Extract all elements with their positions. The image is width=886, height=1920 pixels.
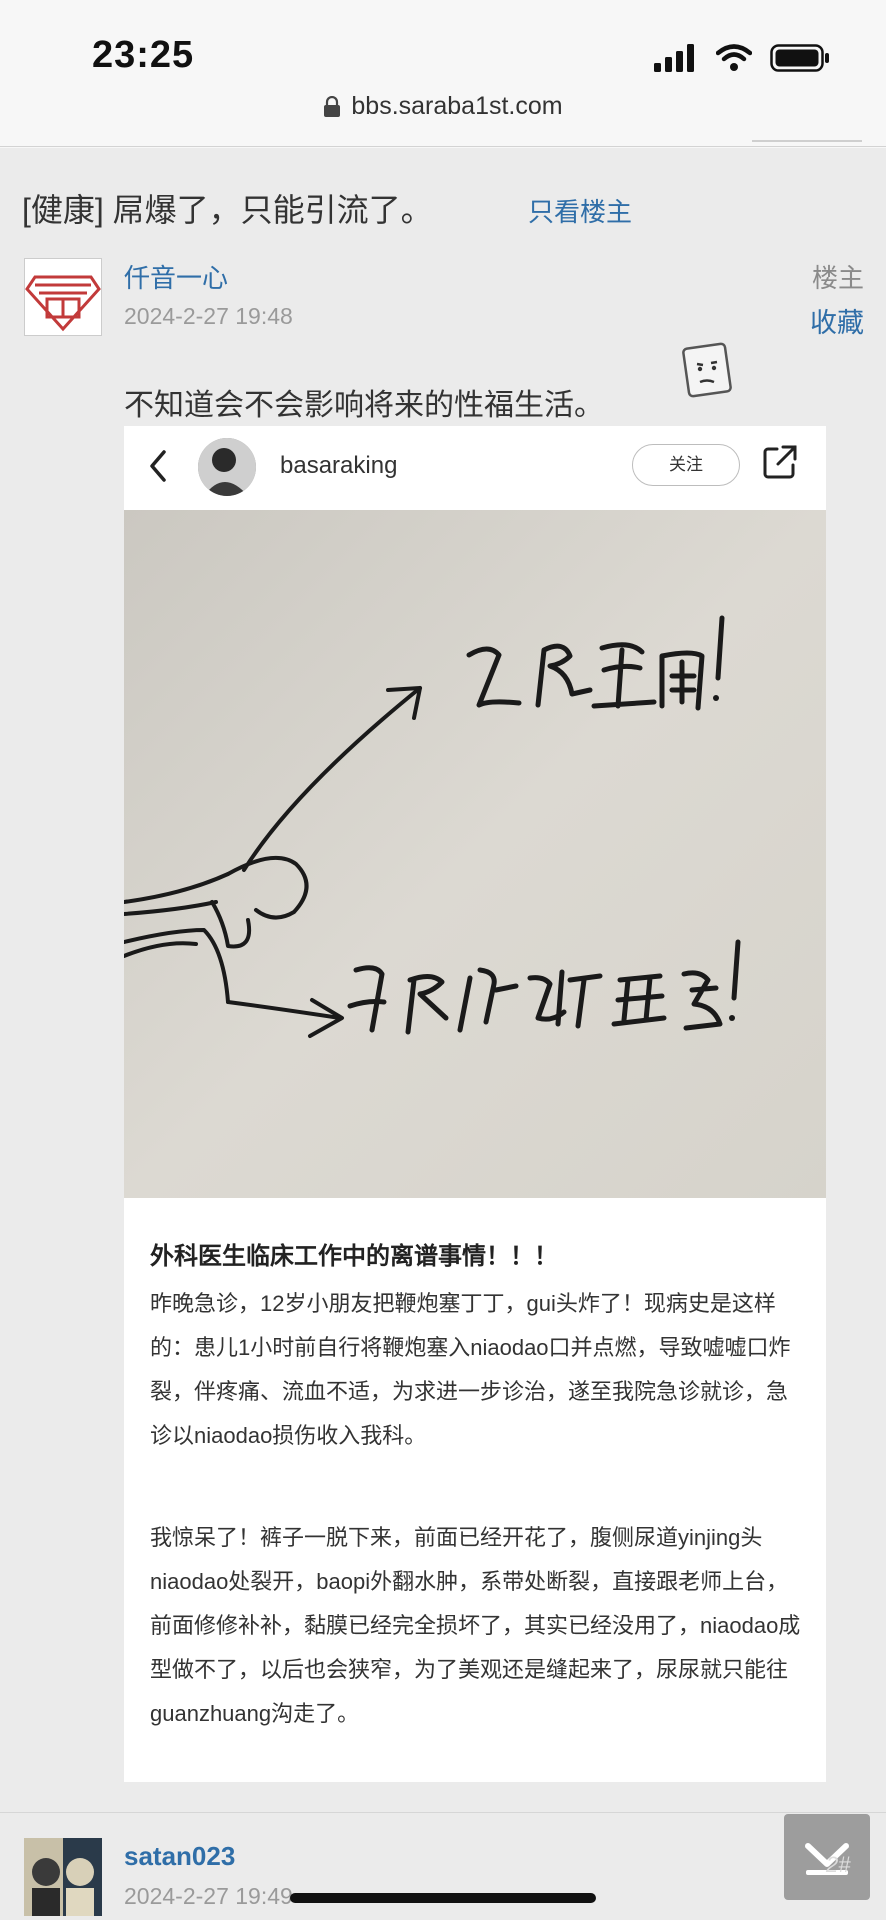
battery-icon [770,44,829,72]
avatar[interactable] [24,258,102,336]
embedded-paragraph: 昨晚急诊，12岁小朋友把鞭炮塞丁丁，gui头炸了！现病史是这样的：患儿1小时前自… [150,1291,791,1448]
meme-face-icon [682,342,732,398]
address-bar[interactable]: bbs.saraba1st.com [0,92,886,121]
embedded-post-screenshot: basaraking 关注 外科医生临床工作中的离谱事情！！！ 昨晚急诊，12岁… [124,426,826,1782]
status-bar: 23:25 bbs.saraba1st.com [0,0,886,148]
header-divider [0,146,886,147]
post-date: 2024-2-27 19:48 [124,303,293,329]
floor-label: 楼主 [811,263,864,293]
lock-icon [324,96,341,118]
home-indicator [290,1893,596,1903]
post-text: 不知道会不会影响将来的性福生活。 [124,389,604,422]
diamond-logo-icon [25,275,101,332]
avatar[interactable] [24,1838,102,1916]
floor-number: 2# [826,1852,851,1877]
favorite-link[interactable]: 收藏 [810,301,864,340]
embedded-post-title: 外科医生临床工作中的离谱事情！！！ [150,1243,558,1270]
header-divider-stub [752,130,862,142]
only-op-link[interactable]: 只看楼主 [528,192,632,229]
url-text: bbs.saraba1st.com [351,92,563,120]
share-icon [763,445,797,479]
handwritten-sketch-photo [124,510,826,1198]
back-icon [150,450,166,482]
post-author[interactable]: 仟音一心 [124,258,228,295]
post-divider [0,1812,886,1813]
cellular-signal-icon [654,44,694,72]
status-icons [654,44,830,72]
wifi-icon [716,44,752,71]
post-date: 2024-2-27 19:49 [124,1883,293,1909]
embedded-paragraph: 我惊呆了！裤子一脱下来，前面已经开花了，腹侧尿道yinjing头niaodao处… [150,1525,801,1726]
status-time: 23:25 [92,34,195,76]
embedded-username: basaraking [280,452,398,479]
post-author[interactable]: satan023 [124,1841,235,1872]
thread-title: [健康] 屌爆了，只能引流了。 [22,192,433,228]
embedded-post-header: basaraking 关注 [124,426,826,508]
follow-button: 关注 [632,444,740,486]
embedded-user-avatar [198,438,256,496]
